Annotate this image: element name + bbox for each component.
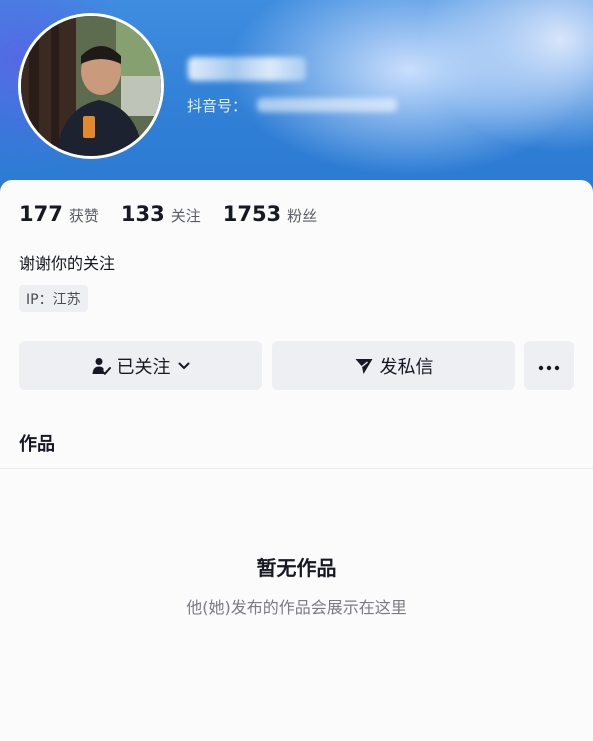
douyin-id-label: 抖音号： <box>187 96 248 115</box>
chevron-down-icon <box>177 359 191 373</box>
stat-followers[interactable]: 1753 粉丝 <box>223 202 317 226</box>
empty-state-title: 暂无作品 <box>256 556 337 580</box>
stat-likes[interactable]: 177 获赞 <box>19 202 99 226</box>
ip-location-tag: IP：江苏 <box>19 285 88 312</box>
douyin-id-row: 抖音号： <box>187 95 398 115</box>
followed-button-label: 已关注 <box>116 356 171 378</box>
tab-works[interactable]: 作品 <box>19 430 55 456</box>
send-message-button[interactable]: 发私信 <box>272 341 515 390</box>
more-dots-icon <box>538 355 560 376</box>
more-options-button[interactable] <box>524 341 574 390</box>
send-message-icon <box>354 356 374 376</box>
stat-likes-count: 177 <box>19 202 63 226</box>
tab-divider <box>0 468 593 469</box>
stat-likes-label: 获赞 <box>68 207 99 225</box>
stats-row: 177 获赞 133 关注 1753 粉丝 <box>19 202 339 230</box>
bio-text: 谢谢你的关注 <box>19 254 116 273</box>
douyin-id-value-blurred <box>257 98 398 112</box>
send-message-label: 发私信 <box>379 356 434 378</box>
avatar-photo <box>21 16 161 156</box>
avatar[interactable] <box>18 13 164 159</box>
username-blurred <box>188 57 306 81</box>
stat-following-label: 关注 <box>170 207 201 225</box>
followed-button[interactable]: 已关注 <box>19 341 262 390</box>
follow-check-user-icon <box>91 356 111 376</box>
stat-following[interactable]: 133 关注 <box>121 202 201 226</box>
stat-followers-label: 粉丝 <box>287 207 318 225</box>
stat-following-count: 133 <box>120 202 165 226</box>
empty-state-subtitle: 他(她)发布的作品会展示在这里 <box>186 598 407 617</box>
stat-followers-count: 1753 <box>222 202 282 226</box>
